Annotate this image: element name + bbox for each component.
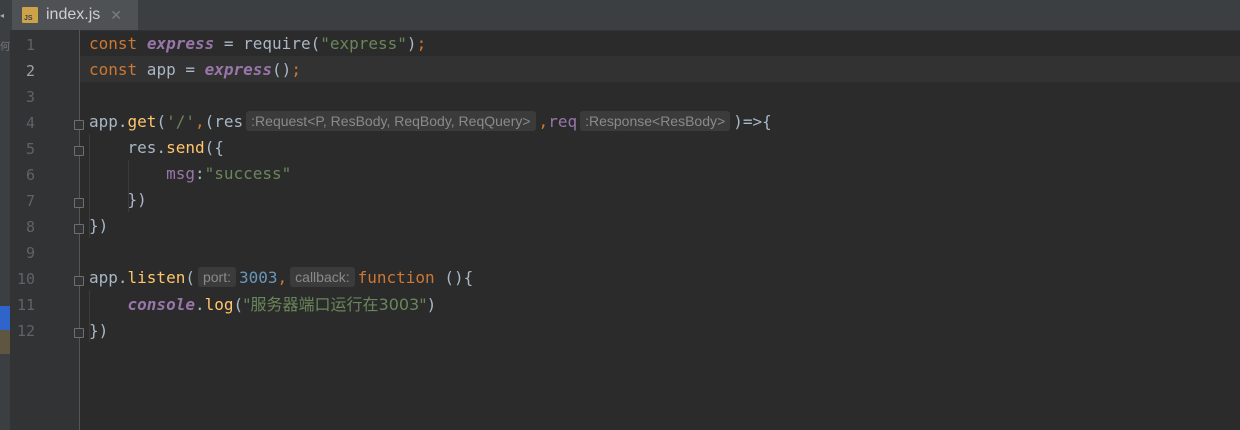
line-number: 3 (25, 88, 35, 106)
code-line-4: app.get('/',(res:Request<P, ResBody, Req… (89, 111, 772, 131)
code-line-6: msg:"success" (166, 164, 292, 183)
line-number: 5 (25, 140, 35, 158)
code-line-7: }) (127, 190, 147, 209)
param-hint-callback: callback: (290, 267, 355, 287)
line-number: 4 (25, 114, 35, 132)
javascript-file-icon: JS (22, 7, 38, 23)
code-editor[interactable]: const express = require("express"); cons… (80, 30, 1240, 430)
editor-tab-bar: ◂ JS index.js ✕ (0, 0, 1240, 31)
code-line-1: const express = require("express"); (89, 34, 427, 53)
code-line-5: res.send({ (127, 138, 224, 157)
tab-index-js[interactable]: JS index.js ✕ (12, 0, 138, 30)
line-number: 8 (25, 218, 35, 236)
code-line-11: console.log("服务器端口运行在3003") (127, 295, 437, 314)
line-number-gutter[interactable]: 1 2 3 4 5 6 7 8 9 10 11 12 (10, 30, 84, 430)
code-line-12: }) (89, 321, 109, 340)
line-number: 9 (25, 244, 35, 262)
type-hint-request: :Request<P, ResBody, ReqBody, ReqQuery> (246, 111, 536, 131)
line-number: 11 (16, 296, 35, 314)
line-number: 7 (25, 192, 35, 210)
code-line-10: app.listen(port: 3003, callback: function (… (89, 267, 474, 287)
line-number: 1 (25, 36, 35, 54)
line-number-current: 2 (25, 62, 35, 80)
line-number: 6 (25, 166, 35, 184)
line-number: 12 (16, 322, 35, 340)
code-line-8: }) (89, 216, 109, 235)
line-number: 10 (16, 270, 35, 288)
param-hint-port: port: (197, 267, 236, 287)
code-line-2: const app = express(); (89, 60, 301, 79)
tab-scroll-left-icon[interactable]: ◂ (0, 0, 10, 30)
type-hint-response: :Response<ResBody> (580, 111, 731, 131)
close-icon[interactable]: ✕ (110, 7, 122, 24)
tab-label: index.js (46, 6, 101, 23)
